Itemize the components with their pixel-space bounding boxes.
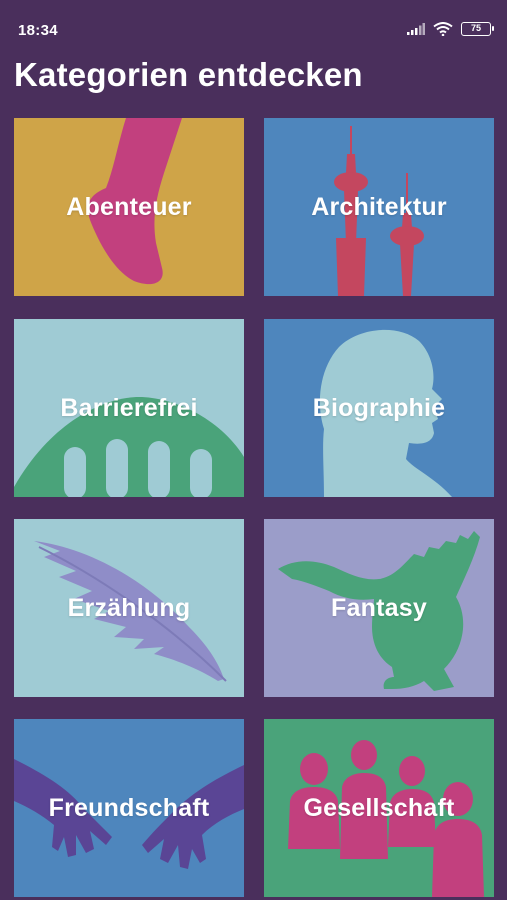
category-label: Barrierefrei <box>60 393 198 422</box>
page-title: Kategorien entdecken <box>14 56 363 93</box>
category-tile-abenteuer[interactable]: Abenteuer <box>14 118 244 296</box>
category-tile-fantasy[interactable]: Fantasy <box>264 519 494 697</box>
category-tile-freundschaft[interactable]: Freundschaft <box>14 719 244 897</box>
category-tile-barrierefrei[interactable]: Barrierefrei <box>14 319 244 497</box>
category-tile-architektur[interactable]: Architektur <box>264 118 494 296</box>
status-time: 18:34 <box>18 22 58 39</box>
status-bar: 18:34 75 <box>0 0 507 62</box>
category-label: Freundschaft <box>48 793 210 822</box>
battery-icon: 75 <box>461 22 494 36</box>
category-label: Fantasy <box>331 593 427 622</box>
wifi-icon <box>433 22 453 36</box>
category-label: Abenteuer <box>66 192 192 221</box>
category-label: Gesellschaft <box>303 793 455 822</box>
category-tile-biographie[interactable]: Biographie <box>264 319 494 497</box>
category-label: Erzählung <box>67 593 191 622</box>
category-tile-erzaehlung[interactable]: Erzählung <box>14 519 244 697</box>
category-tile-gesellschaft[interactable]: Gesellschaft <box>264 719 494 897</box>
category-label: Architektur <box>311 192 447 221</box>
signal-icon <box>407 23 425 35</box>
category-label: Biographie <box>312 393 446 422</box>
status-icons: 75 <box>407 22 494 36</box>
